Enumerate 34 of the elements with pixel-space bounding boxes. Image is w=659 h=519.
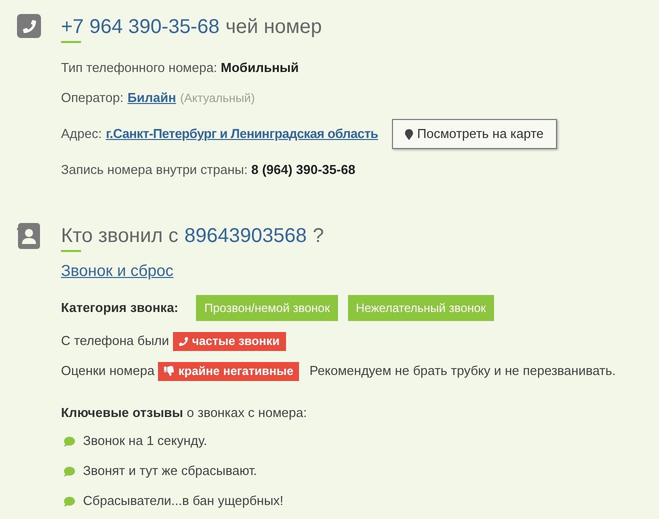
speech-bubble-icon bbox=[63, 496, 76, 506]
map-pin-icon bbox=[405, 128, 414, 140]
show-on-map-button[interactable]: Посмотреть на карте bbox=[392, 119, 557, 149]
thumbs-down-icon bbox=[164, 366, 174, 376]
category-label: Категория звонка: bbox=[61, 299, 178, 318]
title-text: Кто звонил с bbox=[61, 224, 178, 249]
speech-bubble-icon bbox=[63, 466, 76, 476]
review-text: Сбрасыватели...в бан ущербных! bbox=[83, 492, 284, 510]
row-label: Оценки номера bbox=[61, 362, 154, 380]
phone-icon bbox=[17, 14, 41, 38]
call-type-link[interactable]: Звонок и сброс bbox=[61, 260, 174, 284]
review-text: Звонок на 1 секунду. bbox=[83, 432, 208, 450]
question-mark: ? bbox=[312, 224, 324, 249]
advice-text: Рекомендуем не брать трубку и не перезванивать. bbox=[309, 362, 616, 380]
info-text: Тип телефонного номера: Мобильный bbox=[61, 59, 299, 78]
phone-number-title: +7 964 390-35-68 bbox=[61, 15, 220, 40]
phone-icon bbox=[179, 336, 188, 346]
contact-book-icon bbox=[17, 223, 41, 249]
address-link[interactable]: г.Санкт-Петербург и Ленинградская область bbox=[106, 124, 378, 144]
warning-tag: частые звонки bbox=[173, 332, 286, 350]
row-label: С телефона были bbox=[61, 332, 170, 350]
speech-bubble-icon bbox=[63, 436, 76, 446]
title-text: чей номер bbox=[225, 15, 322, 40]
category-tag: Нежелательный звонок bbox=[348, 295, 494, 321]
warning-tag: крайне негативные bbox=[158, 362, 300, 380]
phone-number-title: 89643903568 bbox=[184, 224, 307, 249]
review-text: Звонят и тут же сбрасывают. bbox=[83, 462, 258, 480]
reviews-heading: Ключевые отзывы о звонках с номера: bbox=[61, 404, 307, 422]
info-label: Оператор: bbox=[61, 89, 124, 108]
info-label: Адрес: bbox=[61, 125, 102, 144]
info-text: Запись номера внутри страны: 8 (964) 390-35-68 bbox=[61, 161, 356, 180]
operator-link[interactable]: Билайн bbox=[127, 88, 176, 108]
status-note: (Актуальный) bbox=[180, 90, 255, 107]
category-tag: Прозвон/немой звонок bbox=[196, 295, 338, 321]
